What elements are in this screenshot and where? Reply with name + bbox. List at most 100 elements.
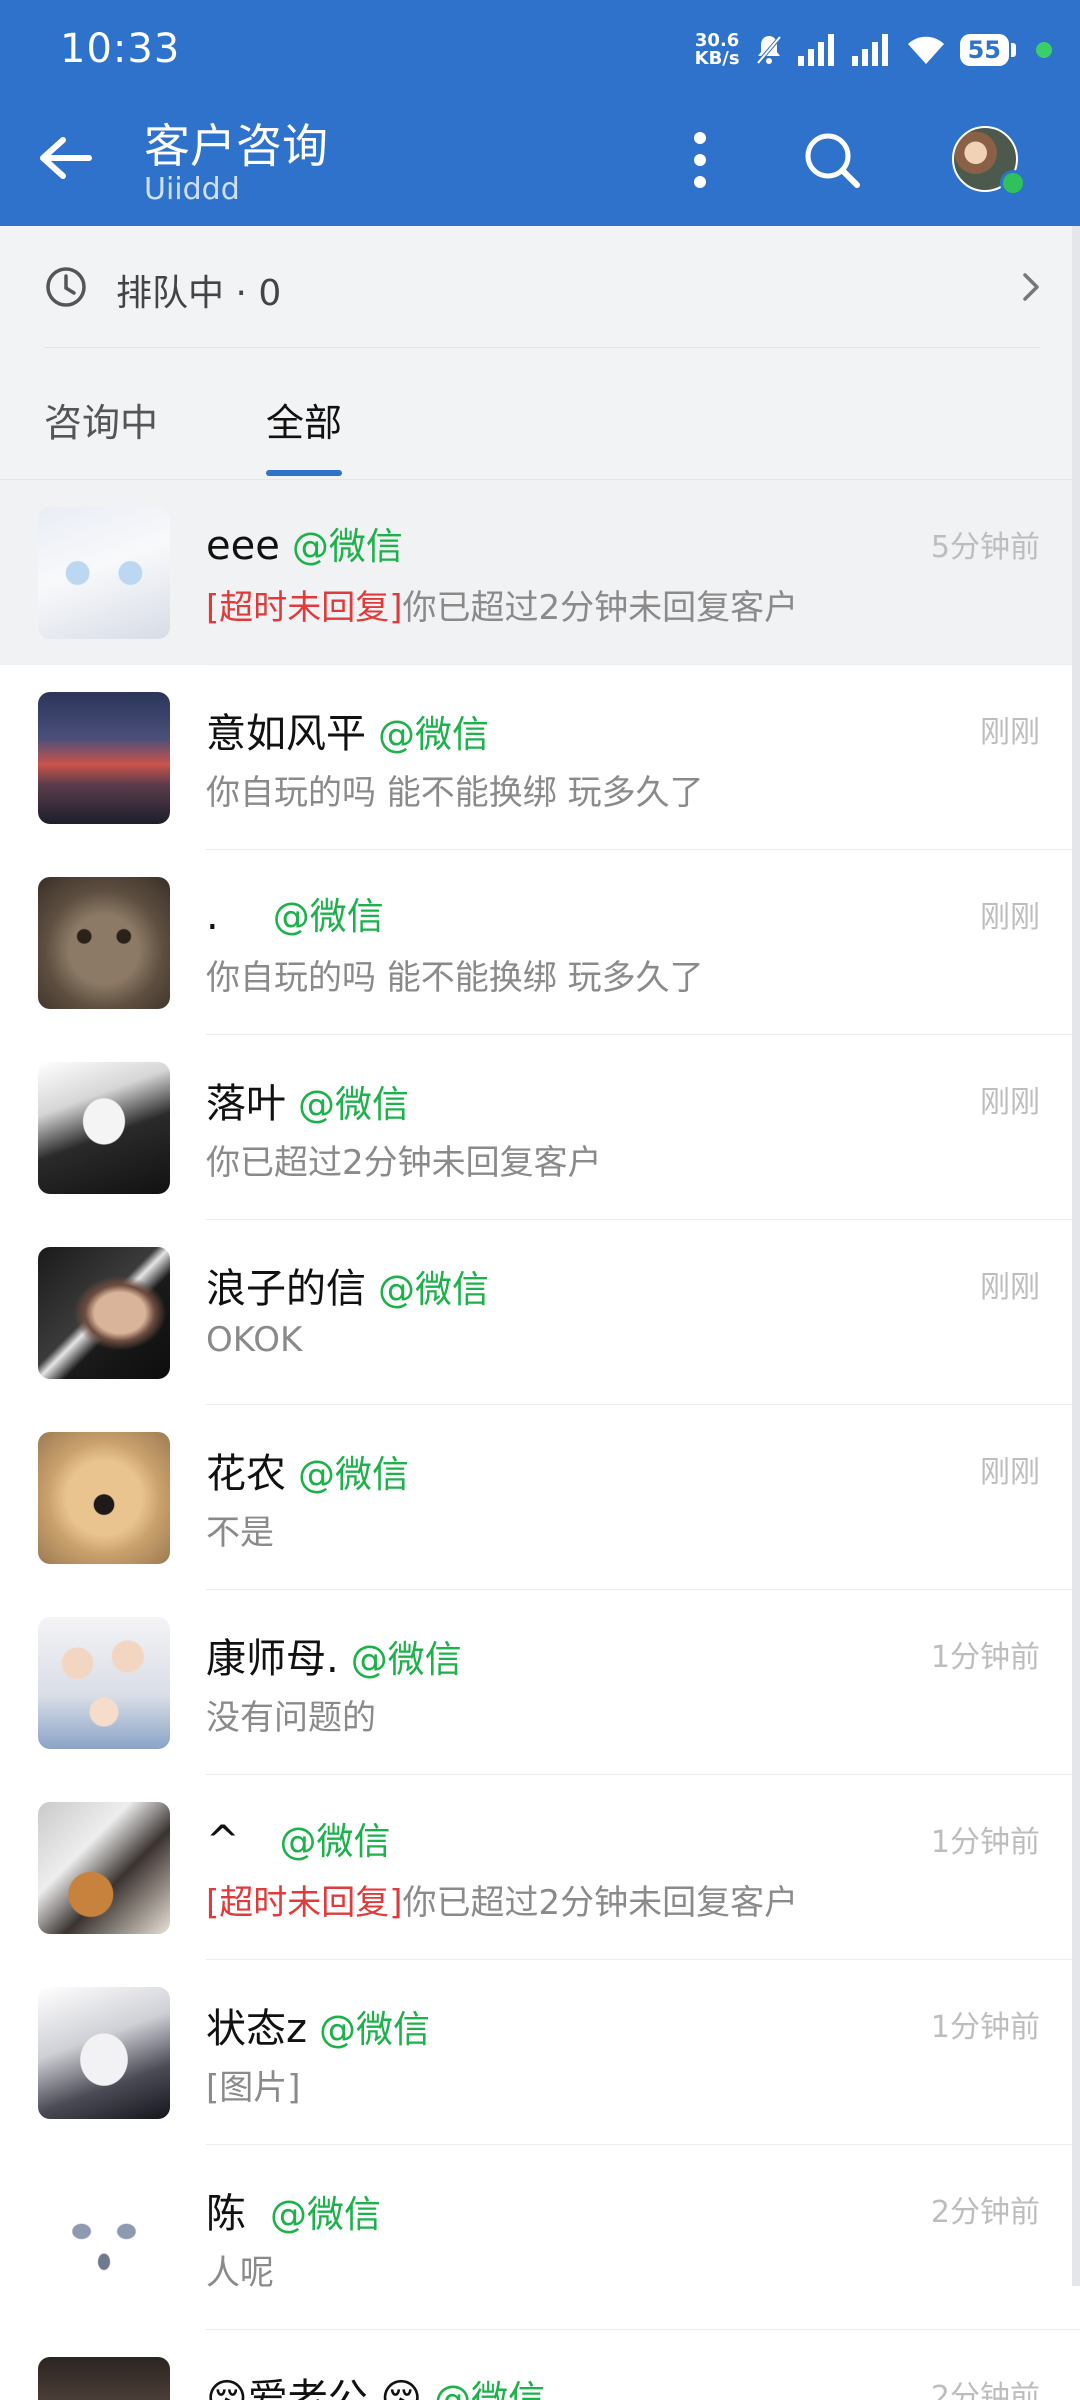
channel-label: @微信 — [319, 2008, 430, 2051]
conversation-item[interactable]: 花农 @微信 刚刚 不是 — [0, 1405, 1080, 1590]
conversation-title: 陈 @微信 — [206, 2181, 381, 2239]
conversation-item[interactable]: 陈 @微信 2分钟前 人呢 — [0, 2145, 1080, 2330]
channel-label: @微信 — [270, 2193, 381, 2236]
channel-label: @微信 — [291, 525, 403, 568]
message-time: 2分钟前 — [930, 2195, 1040, 2230]
conversation-item[interactable]: 意如风平 @微信 刚刚 你自玩的吗 能不能换绑 玩多久了 — [0, 665, 1080, 850]
conversation-item[interactable]: 落叶 @微信 刚刚 你已超过2分钟未回复客户 — [0, 1035, 1080, 1220]
message-preview: 你自玩的吗 能不能换绑 玩多久了 — [206, 950, 704, 999]
avatar — [38, 1432, 170, 1564]
more-options-button[interactable] — [670, 120, 730, 200]
contact-name: 陈 — [206, 2191, 246, 2237]
avatar — [38, 1062, 170, 1194]
preview-text: OKOK — [206, 1320, 303, 1360]
signal-1-icon — [797, 34, 834, 66]
message-time: 5分钟前 — [930, 530, 1040, 565]
queue-row[interactable]: 排队中 · 0 — [0, 226, 1080, 348]
avatar — [38, 1987, 170, 2119]
preview-text: 不是 — [206, 1513, 274, 1553]
contact-name: 状态z — [206, 2006, 307, 2052]
message-time: 1分钟前 — [930, 1640, 1040, 1675]
channel-label: @微信 — [434, 2378, 546, 2400]
conversation-title: 花农 @微信 — [206, 1441, 409, 1499]
channel-label: @微信 — [378, 713, 489, 756]
message-time: 刚刚 — [980, 1085, 1040, 1120]
message-preview: [超时未回复]你已超过2分钟未回复客户 — [206, 1875, 798, 1924]
message-preview: 不是 — [206, 1505, 274, 1554]
network-speed-unit: KB/s — [694, 48, 740, 69]
message-time: 1分钟前 — [930, 2010, 1040, 2045]
contact-name: eee — [206, 523, 280, 569]
channel-label: @微信 — [350, 1638, 462, 1681]
conversation-title: 浪子的信 @微信 — [206, 1256, 489, 1314]
conversation-item[interactable]: 康师母. @微信 1分钟前 没有问题的 — [0, 1590, 1080, 1775]
page-title: 客户咨询 — [144, 119, 328, 173]
conversation-item[interactable]: . @微信 刚刚 你自玩的吗 能不能换绑 玩多久了 — [0, 850, 1080, 1035]
back-arrow-icon — [40, 137, 92, 179]
tab-consulting[interactable]: 咨询中 — [44, 392, 158, 447]
battery-indicator: 55 — [959, 34, 1016, 66]
contact-name: 意如风平 — [206, 711, 366, 757]
more-vertical-icon — [694, 132, 706, 188]
channel-label: @微信 — [298, 1453, 409, 1496]
scrollbar[interactable] — [1072, 226, 1080, 2286]
avatar — [38, 877, 170, 1009]
preview-text: 人呢 — [206, 2253, 274, 2293]
channel-label: @微信 — [298, 1083, 409, 1126]
conversation-list: eee @微信 5分钟前 [超时未回复]你已超过2分钟未回复客户 意如风平 @微… — [0, 480, 1080, 2400]
conversation-item[interactable]: 状态z @微信 1分钟前 [图片] — [0, 1960, 1080, 2145]
message-time: 刚刚 — [980, 1455, 1040, 1490]
preview-text: 你自玩的吗 能不能换绑 玩多久了 — [206, 958, 704, 998]
avatar — [38, 2172, 170, 2304]
search-button[interactable] — [796, 124, 868, 196]
battery-level: 55 — [959, 34, 1009, 66]
channel-label: @微信 — [378, 1268, 489, 1311]
contact-name: 花农 — [206, 1451, 286, 1497]
clock-icon — [46, 267, 86, 307]
back-button[interactable] — [30, 128, 100, 188]
conversation-item[interactable]: eee @微信 5分钟前 [超时未回复]你已超过2分钟未回复客户 — [0, 480, 1080, 665]
avatar — [38, 507, 170, 639]
app-header: 10:33 30.6 KB/s 55 客户咨询 Uiiddd — [0, 0, 1080, 226]
conversation-item[interactable]: 😚爱老公 😚 @微信 2分钟前 — [0, 2330, 1080, 2400]
message-preview: [图片] — [206, 2060, 301, 2109]
conversation-title: 意如风平 @微信 — [206, 701, 489, 759]
avatar — [38, 1247, 170, 1379]
conversation-item[interactable]: ^ @微信 1分钟前 [超时未回复]你已超过2分钟未回复客户 — [0, 1775, 1080, 1960]
queue-and-tabs: 排队中 · 0 咨询中 全部 — [0, 226, 1080, 480]
conversation-title: 状态z @微信 — [206, 1996, 430, 2054]
conversation-title: 😚爱老公 😚 @微信 — [206, 2366, 545, 2400]
contact-name: 落叶 — [206, 1081, 286, 1127]
timeout-tag: [超时未回复] — [206, 1883, 403, 1923]
divider — [44, 347, 1040, 348]
message-preview: OKOK — [206, 1320, 302, 1360]
avatar — [38, 1802, 170, 1934]
conversation-title: 落叶 @微信 — [206, 1071, 409, 1129]
avatar — [38, 2357, 170, 2400]
status-time: 10:33 — [60, 26, 181, 72]
message-preview: [超时未回复]你已超过2分钟未回复客户 — [206, 580, 798, 629]
conversation-item[interactable]: 浪子的信 @微信 刚刚 OKOK — [0, 1220, 1080, 1405]
preview-text: [图片] — [206, 2068, 301, 2108]
battery-cap — [1011, 43, 1016, 57]
message-preview: 人呢 — [206, 2245, 274, 2294]
channel-label: @微信 — [272, 895, 384, 938]
queue-label: 排队中 · 0 — [116, 273, 282, 314]
search-icon — [805, 133, 860, 188]
message-time: 2分钟前 — [930, 2380, 1040, 2400]
timeout-tag: [超时未回复] — [206, 588, 403, 628]
avatar — [38, 1617, 170, 1749]
mute-bell-icon — [755, 34, 783, 66]
conversation-title: . @微信 — [206, 886, 384, 940]
contact-name: ^ — [206, 1818, 240, 1864]
message-time: 刚刚 — [980, 715, 1040, 750]
preview-text: 你已超过2分钟未回复客户 — [206, 1143, 602, 1183]
conversation-title: ^ @微信 — [206, 1811, 391, 1865]
contact-name: 康师母. — [206, 1636, 339, 1682]
tab-all[interactable]: 全部 — [266, 392, 342, 447]
preview-text: 你已超过2分钟未回复客户 — [402, 588, 799, 628]
contact-name: 浪子的信 — [206, 1266, 366, 1312]
message-time: 1分钟前 — [930, 1825, 1040, 1860]
chevron-right-icon — [1023, 273, 1039, 301]
online-status-dot — [1000, 170, 1026, 196]
